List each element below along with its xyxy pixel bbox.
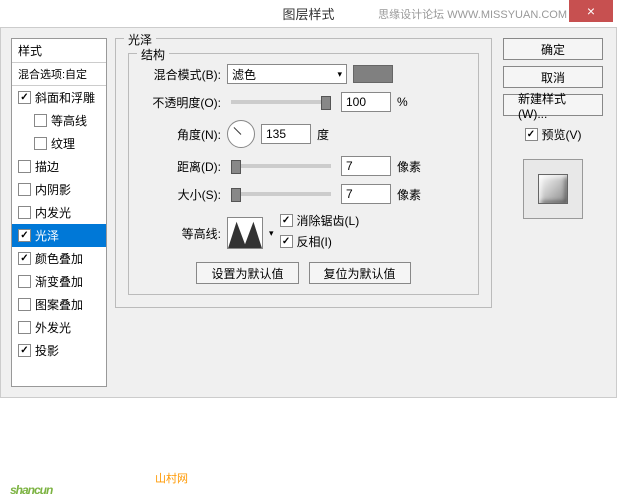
style-label: 等高线 [51,112,87,129]
blend-mode-value: 滤色 [232,66,256,83]
blend-mode-label: 混合模式(B): [141,66,221,83]
style-label: 颜色叠加 [35,250,83,267]
subtitle-text: 思缘设计论坛 WWW.MISSYUAN.COM [378,6,567,22]
size-input[interactable] [341,184,391,204]
contour-label: 等高线: [141,225,221,242]
style-item-3[interactable]: 描边 [12,155,106,178]
style-item-0[interactable]: 斜面和浮雕 [12,86,106,109]
style-item-6[interactable]: 光泽 [12,224,106,247]
style-item-9[interactable]: 图案叠加 [12,293,106,316]
reset-default-button[interactable]: 复位为默认值 [309,262,411,284]
preview-checkbox[interactable] [525,128,538,141]
style-checkbox[interactable] [18,321,31,334]
style-item-4[interactable]: 内阴影 [12,178,106,201]
set-default-button[interactable]: 设置为默认值 [196,262,298,284]
angle-input[interactable] [261,124,311,144]
contour-picker[interactable] [227,217,263,249]
style-label: 渐变叠加 [35,273,83,290]
antialias-checkbox[interactable] [280,214,293,227]
style-checkbox[interactable] [34,137,47,150]
blend-options-default[interactable]: 混合选项:自定 [12,63,106,86]
style-checkbox[interactable] [18,206,31,219]
invert-checkbox[interactable] [280,235,293,248]
style-item-11[interactable]: 投影 [12,339,106,362]
styles-header[interactable]: 样式 [12,39,106,63]
style-checkbox[interactable] [18,229,31,242]
blend-mode-select[interactable]: 滤色 ▾ [227,64,347,84]
style-checkbox[interactable] [18,344,31,357]
style-item-10[interactable]: 外发光 [12,316,106,339]
angle-dial[interactable] [227,120,255,148]
opacity-unit: % [397,95,427,109]
distance-input[interactable] [341,156,391,176]
opacity-slider[interactable] [231,100,331,104]
size-unit: 像素 [397,186,427,203]
style-label: 投影 [35,342,59,359]
size-slider[interactable] [231,192,331,196]
styles-list-panel: 样式 混合选项:自定 斜面和浮雕等高线纹理描边内阴影内发光光泽颜色叠加渐变叠加图… [11,38,107,387]
style-label: 内发光 [35,204,71,221]
distance-label: 距离(D): [141,158,221,175]
close-button[interactable]: × [569,0,613,22]
center-panel: 光泽 结构 混合模式(B): 滤色 ▾ 不透明度(O): % [115,38,492,387]
style-checkbox[interactable] [18,183,31,196]
style-checkbox[interactable] [18,298,31,311]
style-item-8[interactable]: 渐变叠加 [12,270,106,293]
cancel-button[interactable]: 取消 [503,66,603,88]
style-item-2[interactable]: 纹理 [12,132,106,155]
style-label: 图案叠加 [35,296,83,313]
antialias-label: 消除锯齿(L) [297,212,360,229]
invert-label: 反相(I) [297,233,332,250]
right-panel: 确定 取消 新建样式(W)... 预览(V) [500,38,606,387]
chevron-down-icon[interactable]: ▾ [269,228,274,239]
color-swatch[interactable] [353,65,393,83]
distance-slider[interactable] [231,164,331,168]
preview-swatch [538,174,568,204]
style-checkbox[interactable] [18,252,31,265]
style-label: 描边 [35,158,59,175]
watermark-logo: shancun [10,465,52,496]
preview-label: 预览(V) [542,126,582,143]
satin-fieldset: 光泽 结构 混合模式(B): 滤色 ▾ 不透明度(O): % [115,38,492,308]
style-label: 纹理 [51,135,75,152]
style-checkbox[interactable] [18,275,31,288]
angle-label: 角度(N): [141,126,221,143]
preview-thumbnail [523,159,583,219]
style-checkbox[interactable] [34,114,47,127]
style-label: 斜面和浮雕 [35,89,95,106]
ok-button[interactable]: 确定 [503,38,603,60]
style-label: 内阴影 [35,181,71,198]
angle-unit: 度 [317,126,347,143]
style-item-7[interactable]: 颜色叠加 [12,247,106,270]
dialog-body: 样式 混合选项:自定 斜面和浮雕等高线纹理描边内阴影内发光光泽颜色叠加渐变叠加图… [0,28,617,398]
distance-unit: 像素 [397,158,427,175]
chevron-down-icon: ▾ [337,69,342,80]
structure-fieldset: 结构 混合模式(B): 滤色 ▾ 不透明度(O): % 角度(N) [128,53,479,295]
style-label: 外发光 [35,319,71,336]
size-label: 大小(S): [141,186,221,203]
style-checkbox[interactable] [18,160,31,173]
style-checkbox[interactable] [18,91,31,104]
watermark-cn: 山村网 [155,470,188,486]
titlebar: 图层样式 思缘设计论坛 WWW.MISSYUAN.COM × [0,0,617,28]
style-item-1[interactable]: 等高线 [12,109,106,132]
new-style-button[interactable]: 新建样式(W)... [503,94,603,116]
style-label: 光泽 [35,227,59,244]
opacity-label: 不透明度(O): [141,94,221,111]
style-item-5[interactable]: 内发光 [12,201,106,224]
structure-title: 结构 [137,46,169,63]
opacity-input[interactable] [341,92,391,112]
